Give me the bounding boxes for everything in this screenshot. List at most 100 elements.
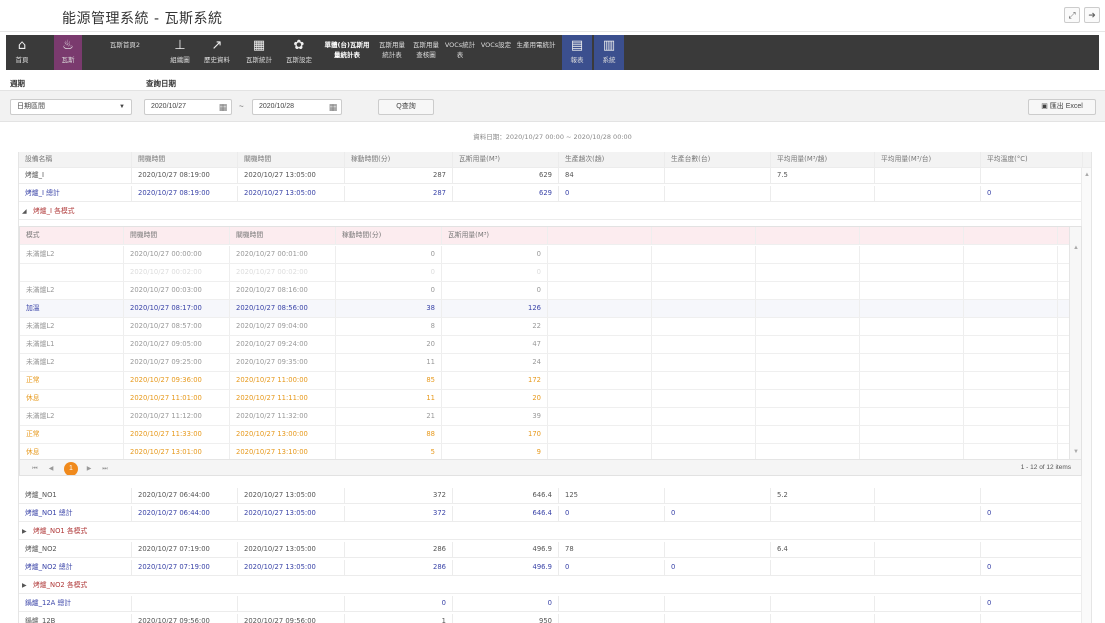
mode-cell: 0 [336,246,442,263]
nav-item-label: 瓦斯用量查核圖 [413,41,439,59]
mode-cell [652,300,756,317]
table-cell [665,488,771,503]
table-cell: 496.9 [453,560,559,575]
nav-item-label: 瓦斯統計 [246,56,272,64]
nav-item-7[interactable]: 單體(台)瓦斯用量統計表 [324,35,370,70]
mode-cell: 38 [336,300,442,317]
scroll-up-icon[interactable]: ▲ [1084,172,1090,178]
nav-item-1[interactable]: ♨ 瓦斯 [54,35,82,70]
table-cell: 496.9 [453,542,559,557]
nav-item-label: 單體(台)瓦斯用量統計表 [324,41,370,59]
nav-item-8[interactable]: 瓦斯用量統計表 [376,35,408,70]
current-page-button[interactable]: 1 [64,462,78,475]
scroll-up-icon[interactable]: ▲ [1073,245,1079,251]
mode-row: 未滿爐L1 2020/10/27 09:05:00 2020/10/27 09:24… [20,336,1070,354]
mode-cell [860,227,964,244]
mode-cell: 2020/10/27 09:35:00 [230,354,336,371]
mode-cell [860,336,964,353]
mode-cell [756,336,860,353]
nav-item-6[interactable]: ✿ 瓦斯設定 [282,35,316,70]
query-date-label: 查詢日期 [146,79,176,88]
caret-right-icon[interactable]: ▶ [22,524,27,539]
table-cell [665,614,771,623]
period-select[interactable]: 日期區間 ▼ [10,99,132,115]
mode-cell: 2020/10/27 11:00:00 [230,372,336,389]
table-cell: 2020/10/27 13:05:00 [238,488,345,503]
table-cell: 5.2 [771,488,875,503]
group-row[interactable]: ◢ 烤爐_I 各模式 [19,204,1091,220]
table-cell: 629 [453,186,559,201]
table-row: 鍋爐_12B 2020/10/27 09:56:00 2020/10/27 09:5… [19,614,1091,623]
group-row[interactable]: ▶ 烤爐_NO1 各模式 [19,524,1091,540]
table-cell [981,542,1083,557]
mode-cell: 未滿爐L2 [20,318,124,335]
mode-cell: 0 [442,246,548,263]
next-page-icon[interactable]: ▶ [84,464,94,474]
nav-item-label: 生產用電統計 [516,41,556,49]
table-cell: 生產台數(台) [665,152,771,167]
first-page-icon[interactable]: ⏮ [30,464,40,474]
export-excel-button[interactable]: ▣ 匯出 Excel [1028,99,1096,115]
start-date-value: 2020/10/27 [151,103,187,110]
table-cell [665,186,771,201]
group-label: 烤爐_NO1 各模式 [33,527,88,535]
mode-cell [964,372,1058,389]
mode-cell [756,390,860,407]
table-cell: 2020/10/27 08:19:00 [132,186,238,201]
table-cell [875,186,981,201]
table-cell: 0 [981,560,1083,575]
nav-item-4[interactable]: ↗ 歷史資料 [198,35,236,70]
title-bar: 能源管理系統 - 瓦斯系統 ⤢ ➜ [0,0,1105,32]
last-page-icon[interactable]: ⏭ [100,464,110,474]
mode-cell [964,300,1058,317]
logout-icon[interactable]: ➜ [1084,7,1100,23]
nav-item-10[interactable]: VOCs統計表 [444,35,476,70]
scroll-down-icon[interactable]: ▼ [1073,449,1079,455]
nav-item-3[interactable]: ⊥ 組織圖 [166,35,194,70]
group-row[interactable]: ▶ 烤爐_NO2 各模式 [19,578,1091,594]
gear-icon: ✿ [293,38,305,53]
nav-item-0[interactable]: ⌂ 首頁 [8,35,36,70]
table-cell: 2020/10/27 13:05:00 [238,186,345,201]
nav-item-2[interactable]: 瓦斯首頁2 [104,35,146,70]
caret-down-icon[interactable]: ◢ [22,204,27,219]
calendar-icon[interactable]: ▦ [217,101,229,113]
mode-cell: 20 [336,336,442,353]
table-header: 設備名稱 開機時間 關機時間 稼動時間(分) 瓦斯用量(M³) 生產趟次(趟) 生產台數(台… [19,152,1091,168]
main-scrollbar[interactable]: ▲ [1081,168,1091,623]
table-cell: 設備名稱 [19,152,132,167]
mode-cell [964,318,1058,335]
table-cell: 0 [981,506,1083,521]
nav-item-14[interactable]: ▥ 系統 [594,35,624,70]
mode-cell: 20 [442,390,548,407]
nav-item-9[interactable]: 瓦斯用量查核圖 [410,35,442,70]
end-date-input[interactable]: 2020/10/28 ▦ [252,99,342,115]
mode-cell [756,227,860,244]
prev-page-icon[interactable]: ◀ [46,464,56,474]
main-table: 鍋爐_12B 2020/10/27 09:56:00 2020/10/27 09:5… [18,152,1092,623]
nav-item-11[interactable]: VOCs設定 [480,35,512,70]
start-date-input[interactable]: 2020/10/27 ▦ [144,99,232,115]
calendar-icon[interactable]: ▦ [327,101,339,113]
nav-item-12[interactable]: 生產用電統計 [516,35,556,70]
fullscreen-icon[interactable]: ⤢ [1064,7,1080,23]
mode-scrollbar[interactable]: ▲ ▼ [1069,227,1081,459]
mode-cell: 加溫 [20,300,124,317]
table-cell: 372 [345,488,453,503]
table-cell: 0 [559,186,665,201]
caret-right-icon[interactable]: ▶ [22,578,27,593]
mode-row: 未滿爐L2 2020/10/27 11:12:00 2020/10/27 11:32… [20,408,1070,426]
table-cell: 0 [345,596,453,611]
table-cell [875,560,981,575]
mode-cell [652,390,756,407]
table-cell: 2020/10/27 07:19:00 [132,560,238,575]
app-title: 能源管理系統 - 瓦斯系統 [62,11,223,27]
mode-cell: 模式 [20,227,124,244]
mode-cell [548,426,652,443]
table-cell [875,506,981,521]
nav-item-5[interactable]: ▦ 瓦斯統計 [242,35,276,70]
mode-cell: 休息 [20,390,124,407]
table-cell [238,596,345,611]
nav-item-13[interactable]: ▤ 報表 [562,35,592,70]
query-button[interactable]: Q查詢 [378,99,434,115]
